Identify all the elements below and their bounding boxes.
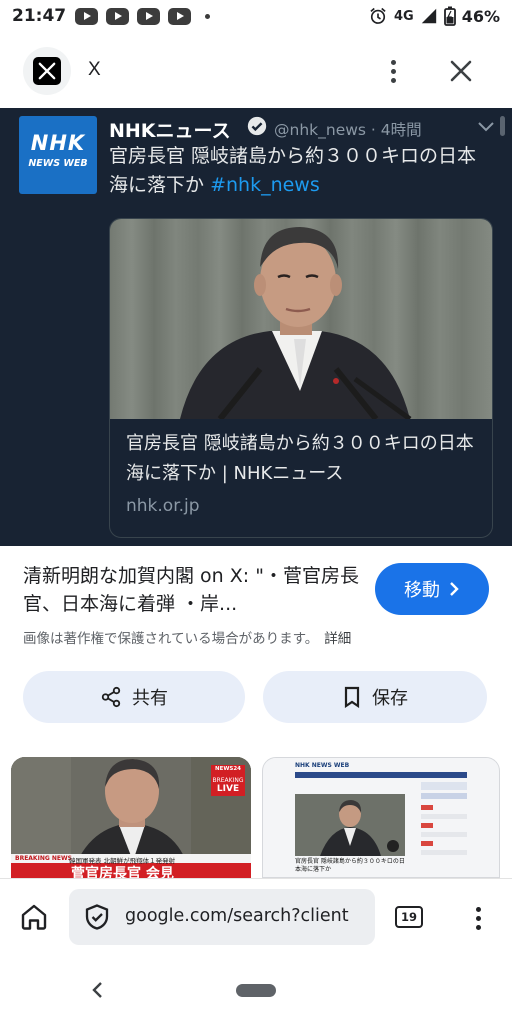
youtube-icon bbox=[168, 8, 191, 25]
dot bbox=[390, 77, 396, 83]
nhk-logo-subtext: NEWS WEB bbox=[28, 158, 88, 169]
network-type: 4G bbox=[393, 8, 414, 24]
dot bbox=[475, 906, 481, 912]
tweet-text: 官房長官 隠岐諸島から約３００キロの日本海に落下か #nhk_news bbox=[109, 142, 489, 200]
status-time: 21:47 bbox=[12, 6, 67, 26]
thumb-sidebar bbox=[421, 782, 467, 872]
link-card: 官房長官 隠岐諸島から約３００キロの日本海に落下か | NHKニュース nhk.… bbox=[109, 218, 493, 538]
channel-badge: NEWS24 bbox=[214, 766, 242, 772]
youtube-icon bbox=[106, 8, 129, 25]
system-nav-bar bbox=[0, 960, 512, 1024]
related-image-2[interactable]: NHK NEWS WEB 官房長官 隠岐諸島から約３００キロの日本海に落下か bbox=[262, 757, 500, 878]
status-bar: 21:47 4G 46% bbox=[0, 0, 512, 34]
youtube-icon bbox=[75, 8, 98, 25]
site-favicon[interactable] bbox=[23, 47, 71, 95]
share-label: 共有 bbox=[132, 688, 168, 709]
tab-count: 19 bbox=[400, 910, 417, 924]
dot bbox=[390, 68, 396, 74]
security-shield-icon[interactable] bbox=[83, 903, 111, 931]
dot bbox=[475, 924, 481, 930]
image-preview[interactable]: NHK NEWS WEB NHKニュース @nhk_news · 4時間 官房長… bbox=[0, 108, 512, 546]
home-icon[interactable] bbox=[19, 902, 49, 932]
nhk-logo: NHK NEWS WEB bbox=[19, 116, 97, 194]
thumb-site-logo: NHK NEWS WEB bbox=[295, 762, 350, 769]
battery-icon bbox=[443, 6, 456, 26]
browser-toolbar: google.com/search?client 19 bbox=[0, 878, 512, 960]
bookmark-icon bbox=[344, 686, 360, 708]
tweet-display-name: NHKニュース bbox=[109, 120, 231, 142]
tweet-hashtag: #nhk_news bbox=[210, 174, 320, 196]
youtube-icon bbox=[137, 8, 160, 25]
visit-button-label: 移動 bbox=[404, 580, 440, 601]
live-label: LIVE bbox=[216, 784, 240, 794]
card-domain: nhk.or.jp bbox=[126, 496, 200, 516]
share-button[interactable]: 共有 bbox=[23, 671, 245, 723]
thumb-caption: 官房長官 隠岐諸島から約３００キロの日本海に落下か bbox=[295, 858, 405, 873]
home-gesture-pill[interactable] bbox=[236, 984, 276, 997]
signal-icon bbox=[421, 8, 436, 24]
copyright-text: 画像は著作権で保護されている場合があります。 bbox=[23, 631, 319, 647]
tweet-handle-time: @nhk_news · 4時間 bbox=[274, 121, 422, 139]
related-image-1[interactable]: NEWS24 BREAKING LIVE BREAKING NEWS 韓国軍発表… bbox=[11, 757, 251, 878]
copyright-notice: 画像は著作権で保護されている場合があります。 詳細 bbox=[23, 627, 351, 647]
x-logo-icon bbox=[33, 57, 61, 85]
thumb-photo bbox=[295, 794, 405, 856]
result-title[interactable]: 清新明朗な加賀内閣 on X: "・菅官房長官、日本海に着弾 ・岸... bbox=[23, 562, 363, 618]
save-button[interactable]: 保存 bbox=[263, 671, 487, 723]
chevron-right-icon bbox=[450, 582, 459, 596]
dot bbox=[390, 59, 396, 65]
site-name[interactable]: X bbox=[88, 59, 101, 81]
visit-button[interactable]: 移動 bbox=[375, 563, 489, 615]
result-header: X bbox=[0, 34, 512, 108]
status-right: 4G 46% bbox=[368, 6, 500, 26]
alarm-icon bbox=[370, 7, 386, 24]
card-title: 官房長官 隠岐諸島から約３００キロの日本海に落下か | NHKニュース bbox=[126, 433, 474, 484]
details-link[interactable]: 詳細 bbox=[324, 631, 351, 647]
share-icon bbox=[101, 686, 121, 708]
header-more-button[interactable] bbox=[383, 54, 403, 88]
thumb-nav-bar bbox=[295, 772, 467, 778]
verified-badge-icon bbox=[247, 116, 267, 136]
ticker-tag: BREAKING NEWS bbox=[15, 855, 72, 862]
scroll-indicator bbox=[500, 116, 505, 136]
breaking-label: BREAKING bbox=[212, 777, 244, 784]
browser-menu-button[interactable] bbox=[469, 901, 487, 935]
battery-percent: 46% bbox=[461, 6, 500, 26]
speaker-photo bbox=[180, 227, 412, 419]
tab-switcher-button[interactable]: 19 bbox=[395, 906, 423, 928]
url-text[interactable]: google.com/search?client bbox=[125, 906, 371, 926]
notification-icons bbox=[75, 8, 210, 25]
card-photo bbox=[110, 219, 492, 419]
more-notifications-dot-icon bbox=[205, 14, 210, 19]
chevron-down-icon bbox=[478, 122, 494, 132]
back-icon[interactable] bbox=[88, 978, 108, 1002]
save-label: 保存 bbox=[372, 688, 408, 709]
address-bar[interactable]: google.com/search?client bbox=[69, 889, 375, 945]
caption-text: 菅官房長官 会見 bbox=[71, 866, 174, 878]
close-icon[interactable] bbox=[446, 56, 476, 86]
dot bbox=[475, 915, 481, 921]
nhk-logo-text: NHK bbox=[30, 131, 86, 155]
